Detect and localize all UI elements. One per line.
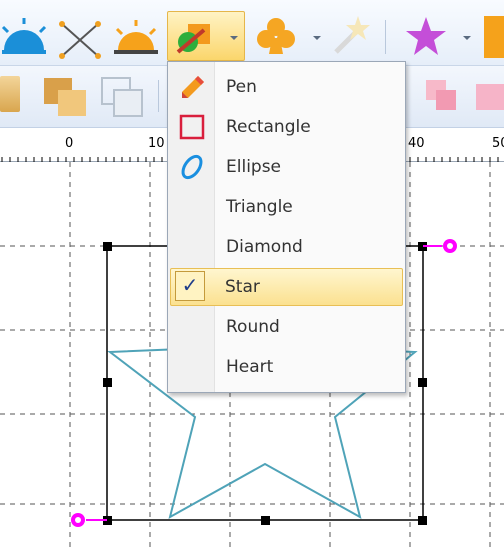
- menu-item-label: Pen: [226, 77, 257, 97]
- resize-handle[interactable]: [261, 516, 270, 525]
- menu-item-round[interactable]: Round: [170, 308, 403, 346]
- resize-handle[interactable]: [103, 378, 112, 387]
- magic-wand-icon[interactable]: [328, 14, 372, 58]
- menu-item-label: Star: [225, 277, 260, 297]
- send-back-icon[interactable]: [98, 74, 150, 118]
- star-icon[interactable]: [404, 14, 448, 58]
- menu-item-diamond[interactable]: Diamond: [170, 228, 403, 266]
- menu-item-rectangle[interactable]: Rectangle: [170, 108, 403, 146]
- menu-item-heart[interactable]: Heart: [170, 348, 403, 386]
- toolbar-separator: [158, 80, 159, 112]
- ruler-label: 40: [408, 136, 425, 151]
- half-sun-orange-icon[interactable]: [112, 18, 160, 58]
- half-sun-blue-icon[interactable]: [0, 18, 48, 58]
- resize-handle[interactable]: [418, 516, 427, 525]
- toolbar-separator: [385, 20, 386, 54]
- menu-item-label: Rectangle: [226, 117, 311, 137]
- pink-shape-icon[interactable]: [420, 74, 504, 118]
- menu-item-label: Ellipse: [226, 157, 282, 177]
- check-icon: ✓: [175, 271, 205, 301]
- menu-item-pen[interactable]: Pen: [170, 68, 403, 106]
- bring-front-icon[interactable]: [40, 74, 92, 118]
- dropdown-arrow-icon[interactable]: [313, 36, 321, 40]
- shape-dropdown-menu: Pen Rectangle Ellipse Triangle Diamond ✓…: [167, 61, 406, 393]
- menu-item-triangle[interactable]: Triangle: [170, 188, 403, 226]
- menu-item-label: Heart: [226, 357, 274, 377]
- club-icon[interactable]: [254, 16, 298, 56]
- menu-item-label: Triangle: [226, 197, 293, 217]
- shape-draw-icon: [176, 24, 210, 54]
- orange-square-icon[interactable]: [484, 16, 504, 58]
- menu-item-label: Round: [226, 317, 280, 337]
- rotate-handle[interactable]: [423, 239, 457, 253]
- dropdown-arrow-icon: [230, 36, 238, 40]
- menu-item-star[interactable]: ✓ Star: [170, 268, 403, 306]
- cross-lines-icon[interactable]: [58, 20, 102, 60]
- shape-a-icon[interactable]: [0, 76, 20, 112]
- ruler-label: 10: [148, 136, 165, 151]
- ruler-label: 50: [492, 136, 504, 151]
- rectangle-icon: [179, 114, 205, 140]
- ruler-label: 0: [65, 136, 74, 151]
- app-window: 0 10 40 50: [0, 0, 504, 548]
- shape-tool-dropdown-button[interactable]: [167, 11, 245, 61]
- menu-item-ellipse[interactable]: Ellipse: [170, 148, 403, 186]
- pencil-icon: [182, 76, 204, 98]
- dropdown-arrow-icon[interactable]: [463, 36, 471, 40]
- resize-handle[interactable]: [418, 378, 427, 387]
- menu-item-label: Diamond: [226, 237, 303, 257]
- rotate-handle[interactable]: [71, 513, 107, 527]
- resize-handle[interactable]: [103, 242, 112, 251]
- toolbar-row-1: [0, 0, 504, 66]
- ellipse-icon: [181, 154, 203, 180]
